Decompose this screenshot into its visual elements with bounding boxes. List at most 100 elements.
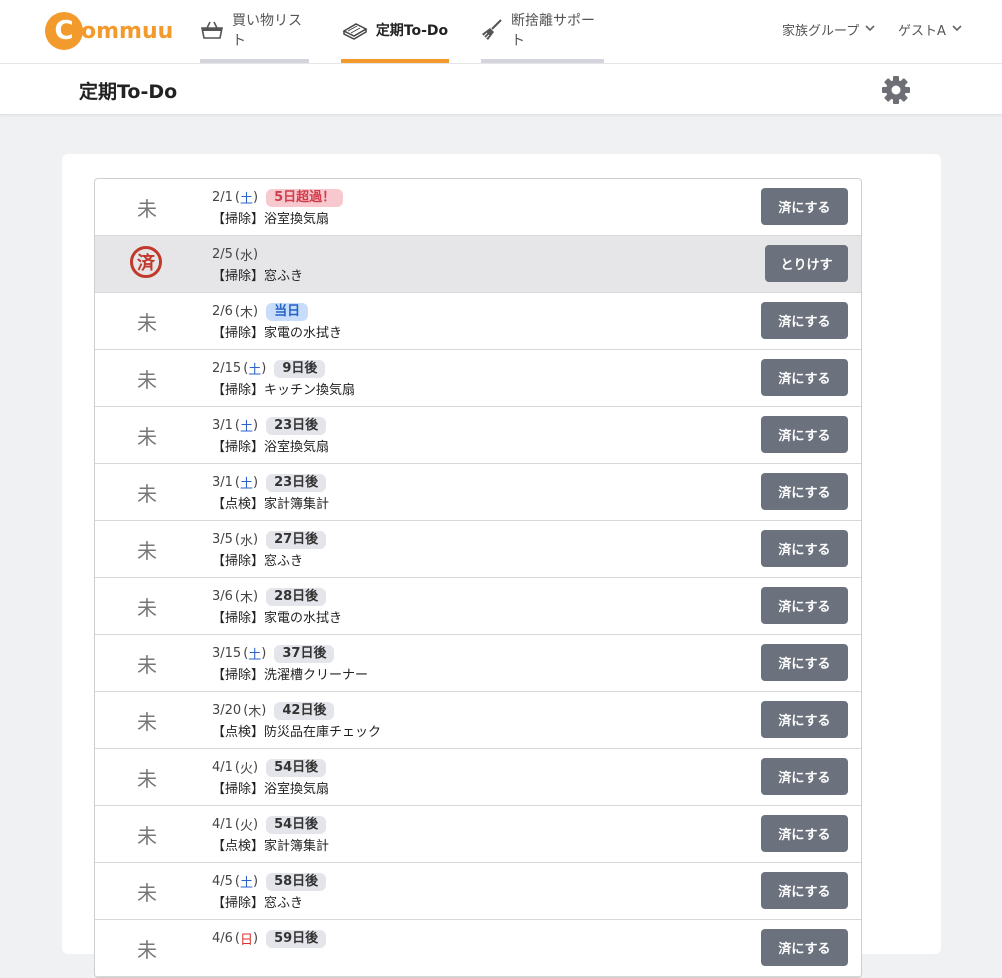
todo-row: 未 2/15(土) 9日後 【掃除】キッチン換気扇 済にする xyxy=(95,350,861,407)
paren-close: ) xyxy=(253,589,259,604)
paren-close: ) xyxy=(253,817,259,832)
pending-status: 未 xyxy=(137,424,157,449)
task-name: 【掃除】窓ふき xyxy=(212,896,304,911)
due-date-line: 2/5(水) xyxy=(212,245,258,264)
due-date: 3/1 xyxy=(212,418,233,433)
user-label: ゲストA xyxy=(898,24,946,39)
task-name: 【点検】家計簿集計 xyxy=(212,497,330,512)
paren-close: ) xyxy=(253,760,259,775)
tab-shopping-list[interactable]: 買い物リスト xyxy=(200,0,309,63)
task-name: 【掃除】家電の水拭き xyxy=(212,611,343,626)
todo-row: 未 2/6(木) 当日 【掃除】家電の水拭き 済にする xyxy=(95,293,861,350)
mark-done-button[interactable]: 済にする xyxy=(761,815,848,852)
due-date: 4/1 xyxy=(212,817,233,832)
tab-declutter-support[interactable]: 断捨離サポート xyxy=(481,0,604,63)
pending-status: 未 xyxy=(137,481,157,506)
mark-done-button[interactable]: 済にする xyxy=(761,302,848,339)
weekday: 土 xyxy=(248,363,262,378)
tab-periodic-todo[interactable]: 定期To-Do xyxy=(341,0,449,63)
task-name: 【掃除】窓ふき xyxy=(212,554,304,569)
commuu-logo[interactable]: C ommuu xyxy=(45,11,173,51)
days-badge: 9日後 xyxy=(274,359,326,378)
due-date: 2/15 xyxy=(212,361,242,376)
todo-row: 済 2/5(水) 【掃除】窓ふき とりけす xyxy=(95,236,861,293)
user-dropdown[interactable]: ゲストA xyxy=(898,20,962,39)
due-date: 2/6 xyxy=(212,304,233,319)
gear-icon[interactable] xyxy=(881,75,911,105)
task-name: 【掃除】浴室換気扇 xyxy=(212,440,330,455)
weekday: 木 xyxy=(248,705,262,720)
todo-row: 未 4/1(火) 54日後 【点検】家計簿集計 済にする xyxy=(95,806,861,863)
mark-done-button[interactable]: 済にする xyxy=(761,701,848,738)
paren-close: ) xyxy=(253,931,259,946)
mark-done-button[interactable]: 済にする xyxy=(761,530,848,567)
done-stamp: 済 xyxy=(130,246,162,278)
due-date-line: 2/15(土) 9日後 xyxy=(212,359,326,378)
mark-done-button[interactable]: 済にする xyxy=(761,758,848,795)
weekday: 木 xyxy=(240,591,254,606)
paren-close: ) xyxy=(253,247,259,262)
paren-close: ) xyxy=(253,304,259,319)
task-name: 【掃除】浴室換気扇 xyxy=(212,212,330,227)
days-badge: 58日後 xyxy=(266,872,327,891)
weekday: 土 xyxy=(240,420,254,435)
days-badge: 59日後 xyxy=(266,929,327,948)
due-date: 3/6 xyxy=(212,589,233,604)
weekday: 火 xyxy=(240,762,254,777)
weekday: 土 xyxy=(240,192,254,207)
broom-icon xyxy=(481,18,503,41)
mark-done-button[interactable]: 済にする xyxy=(761,587,848,624)
pending-status: 未 xyxy=(137,310,157,335)
undo-button[interactable]: とりけす xyxy=(765,245,848,282)
tab-periodic-todo-label: 定期To-Do xyxy=(375,22,449,39)
mark-done-button[interactable]: 済にする xyxy=(761,359,848,396)
task-name: 【掃除】窓ふき xyxy=(212,269,304,284)
todo-row: 未 3/1(土) 23日後 【点検】家計簿集計 済にする xyxy=(95,464,861,521)
todo-row: 未 2/1(土) 5日超過！ 【掃除】浴室換気扇 済にする xyxy=(95,179,861,236)
todo-row: 未 3/6(木) 28日後 【掃除】家電の水拭き 済にする xyxy=(95,578,861,635)
weekday: 火 xyxy=(240,819,254,834)
days-badge: 5日超過！ xyxy=(266,188,344,207)
due-date-line: 3/5(水) 27日後 xyxy=(212,530,327,549)
days-badge: 当日 xyxy=(266,302,309,321)
mark-done-button[interactable]: 済にする xyxy=(761,188,848,225)
due-date-line: 3/6(木) 28日後 xyxy=(212,587,327,606)
days-badge: 28日後 xyxy=(266,587,327,606)
family-group-dropdown[interactable]: 家族グループ xyxy=(782,20,875,39)
task-name: 【掃除】キッチン換気扇 xyxy=(212,383,356,398)
due-date-line: 4/6(日) 59日後 xyxy=(212,929,327,948)
weekday: 水 xyxy=(240,534,254,549)
chevron-down-icon xyxy=(865,24,875,35)
due-date-line: 2/1(土) 5日超過！ xyxy=(212,188,344,207)
pending-status: 未 xyxy=(137,709,157,734)
due-date: 3/15 xyxy=(212,646,242,661)
mark-done-button[interactable]: 済にする xyxy=(761,872,848,909)
notebook-icon xyxy=(342,20,368,40)
pending-status: 未 xyxy=(137,937,157,962)
paren-close: ) xyxy=(261,703,267,718)
due-date: 3/5 xyxy=(212,532,233,547)
pending-status: 未 xyxy=(137,538,157,563)
pending-status: 未 xyxy=(137,196,157,221)
mark-done-button[interactable]: 済にする xyxy=(761,473,848,510)
weekday: 水 xyxy=(240,249,254,264)
todo-row: 未 3/5(水) 27日後【掃除】窓ふき 済にする xyxy=(95,521,861,578)
pending-status: 未 xyxy=(137,595,157,620)
due-date-line: 3/20(木) 42日後 xyxy=(212,701,335,720)
pending-status: 未 xyxy=(137,880,157,905)
todo-list: 未 2/1(土) 5日超過！ 【掃除】浴室換気扇 済にする済 2/5(水) 【掃除】窓ふきと… xyxy=(94,178,862,978)
mark-done-button[interactable]: 済にする xyxy=(761,644,848,681)
logo-text: ommuu xyxy=(81,18,174,44)
due-date-line: 4/1(火) 54日後 xyxy=(212,758,327,777)
top-navigation-bar: C ommuu 買い物リスト 定期To-Do 断捨離サポート 家族グループ ゲス… xyxy=(0,0,1002,64)
tab-shopping-list-label: 買い物リスト xyxy=(232,12,302,49)
due-date-line: 3/15(土) 37日後 xyxy=(212,644,335,663)
weekday: 土 xyxy=(240,477,254,492)
weekday: 日 xyxy=(240,933,254,948)
todo-row: 未 3/15(土) 37日後 【掃除】洗濯槽クリーナー 済にする xyxy=(95,635,861,692)
days-badge: 37日後 xyxy=(274,644,335,663)
paren-close: ) xyxy=(261,361,267,376)
mark-done-button[interactable]: 済にする xyxy=(761,416,848,453)
due-date-line: 4/1(火) 54日後 xyxy=(212,815,327,834)
todo-row: 未 3/1(土) 23日後 【掃除】浴室換気扇 済にする xyxy=(95,407,861,464)
